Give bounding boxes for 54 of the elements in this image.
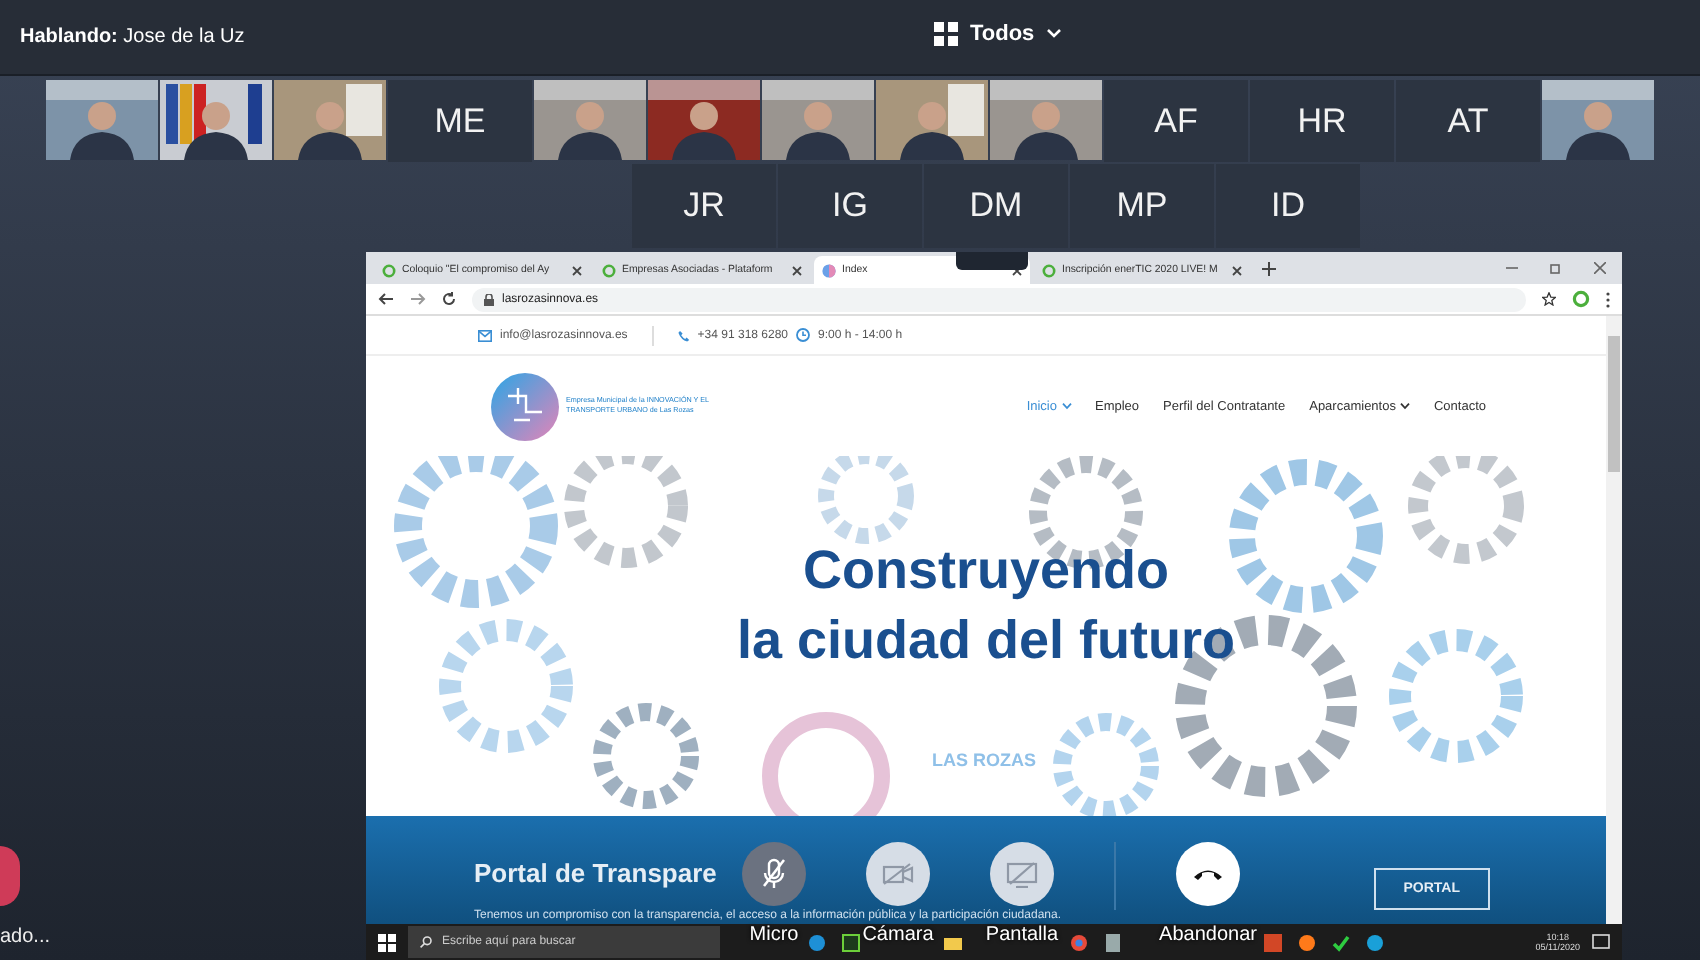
new-tab-icon[interactable] (1262, 262, 1276, 276)
search-icon (420, 936, 432, 948)
hang-up-icon (1192, 866, 1224, 882)
site-icon (382, 263, 396, 277)
close-icon[interactable] (1232, 265, 1242, 275)
folder-icon[interactable] (944, 933, 962, 951)
participant-initials: HR (1250, 80, 1394, 162)
logo-icon (490, 371, 560, 441)
clock-icon (796, 328, 811, 342)
participant-initials: IG (778, 164, 922, 248)
reload-icon[interactable] (442, 292, 456, 306)
participant-initials: AF (1104, 80, 1248, 162)
participant-initials: DM (924, 164, 1068, 248)
participant-initials: MP (1070, 164, 1214, 248)
participant-initials: ID (1216, 164, 1360, 248)
view-selector[interactable]: Todos (934, 22, 1063, 46)
close-icon[interactable] (572, 265, 582, 275)
participant-initials: ME (388, 80, 532, 162)
avatar (0, 846, 20, 906)
hero-heading: la ciudad del futuro (736, 608, 1235, 674)
grid-icon (934, 22, 958, 46)
globe-icon (822, 263, 836, 277)
speaker-label: Hablando: Jose de la Uz (20, 26, 245, 48)
mail-icon (478, 329, 492, 341)
phone-icon (677, 329, 690, 341)
site-icon (602, 263, 616, 277)
site-icon (1042, 263, 1056, 277)
camera-off-icon (882, 862, 914, 886)
control-label: Cámara (862, 924, 934, 946)
scrollbar[interactable] (1606, 316, 1622, 924)
close-icon[interactable] (792, 265, 802, 275)
participant-initials: AT (1396, 80, 1540, 162)
restore-icon[interactable] (1550, 262, 1562, 274)
check-icon[interactable] (1332, 933, 1350, 951)
city-label: LAS ROZAS (932, 750, 1037, 770)
screen-share-off-icon (1006, 861, 1038, 887)
chevron-icon (1046, 28, 1063, 40)
extension-icon[interactable] (1572, 290, 1590, 308)
notification-icon[interactable] (1592, 933, 1610, 951)
hero-heading: Construyendo (802, 538, 1169, 604)
section-title: Portal de Transpare (474, 858, 717, 888)
star-icon[interactable] (1542, 292, 1556, 306)
app-icon[interactable] (1264, 933, 1282, 951)
control-label: Pantalla (985, 924, 1059, 946)
windows-icon[interactable] (378, 933, 396, 951)
forward-icon[interactable] (410, 292, 426, 306)
minimize-icon[interactable] (1506, 262, 1518, 274)
control-label: Micro (749, 924, 799, 946)
back-icon[interactable] (378, 292, 394, 306)
participant-name: ado... (0, 926, 51, 948)
muted-microphone-icon (760, 858, 788, 890)
control-label: Abandonar (1159, 924, 1257, 946)
participant-initials: JR (632, 164, 776, 248)
lock-icon (484, 293, 494, 305)
